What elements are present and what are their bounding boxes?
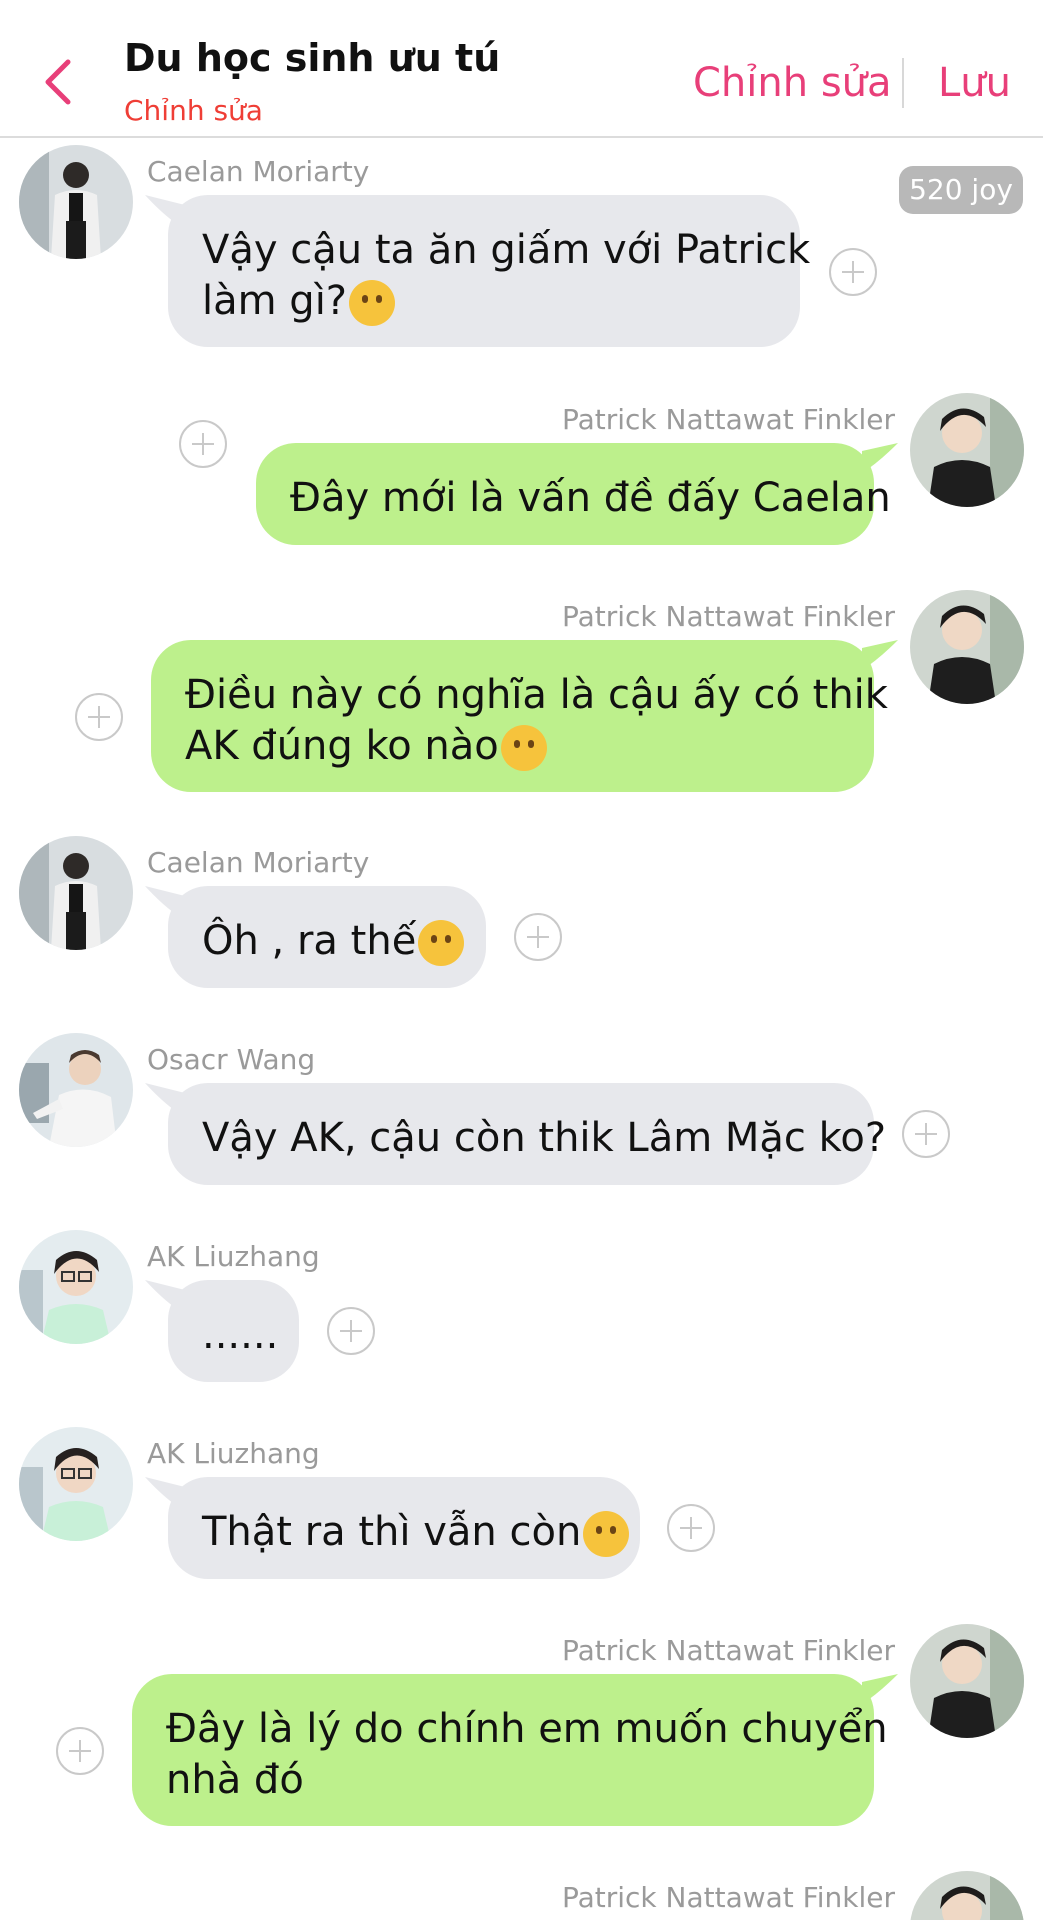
clapping-hands-icon [418,920,465,966]
message-bubble[interactable]: Thật ra thì vẫn còn [168,1477,640,1579]
avatar-patrick[interactable] [910,1624,1024,1738]
add-reaction-button[interactable] [514,913,562,961]
chat-header: Du học sinh ưu tú Chỉnh sửa Chỉnh sửa Lư… [0,0,1043,138]
sender-name: Caelan Moriarty [147,846,370,879]
message-bubble[interactable]: Vậy cậu ta ăn giấm với Patrick làm gì? [168,195,811,347]
message-bubble[interactable]: ...... [168,1280,299,1382]
add-reaction-button[interactable] [829,248,877,296]
thinking-face-icon [349,280,396,326]
add-reaction-button[interactable] [75,693,123,741]
sender-name: Osacr Wang [147,1043,316,1076]
avatar-caelan[interactable] [19,836,133,950]
message-text: Thật ra thì vẫn còn [202,1507,630,1558]
message-item: AK Liuzhang Thật ra thì vẫn còn [0,1427,1043,1579]
message-text: Vậy cậu ta ăn giấm với Patrick [202,227,811,273]
message-text: Ôh , ra thế [202,916,465,967]
add-reaction-button[interactable] [56,1727,104,1775]
avatar-patrick[interactable] [910,1871,1024,1920]
sender-name: Patrick Nattawat Finkler [561,1881,895,1914]
edit-button[interactable]: Chỉnh sửa [693,60,892,106]
avatar-ak[interactable] [19,1230,133,1344]
message-text: Đây mới là vấn đề đấy Caelan [290,475,891,521]
upside-down-face-icon [583,1511,630,1557]
message-bubble[interactable]: Điều này có nghĩa là cậu ấy có thik AK đ… [151,640,888,792]
avatar-patrick[interactable] [910,393,1024,507]
sender-name: AK Liuzhang [147,1240,320,1273]
message-text: Điều này có nghĩa là cậu ấy có thik [185,672,888,718]
add-reaction-button[interactable] [327,1307,375,1355]
sender-name: Patrick Nattawat Finkler [561,600,895,633]
ok-hand-icon [500,725,547,771]
header-divider [902,58,904,108]
message-bubble[interactable]: Đây là lý do chính em muốn chuyển nhà đó [132,1674,888,1826]
message-bubble[interactable]: Vậy AK, cậu còn thik Lâm Mặc ko? [168,1083,887,1185]
sender-name: AK Liuzhang [147,1437,320,1470]
add-reaction-button[interactable] [179,420,227,468]
chat-subtitle: Chỉnh sửa [124,94,263,127]
message-bubble[interactable]: Đây mới là vấn đề đấy Caelan [256,443,891,545]
back-chevron-icon[interactable] [38,56,78,108]
message-item: Patrick Nattawat Finkler [0,1871,1043,1920]
message-item: AK Liuzhang ...... [0,1230,1043,1382]
sender-name: Caelan Moriarty [147,155,370,188]
message-text-line2: làm gì? [202,276,766,327]
sender-name: Patrick Nattawat Finkler [561,1634,895,1667]
add-reaction-button[interactable] [902,1110,950,1158]
message-item: Caelan Moriarty Vậy cậu ta ăn giấm với P… [0,145,1043,347]
avatar-ak[interactable] [19,1427,133,1541]
avatar-oscar[interactable] [19,1033,133,1147]
sender-name: Patrick Nattawat Finkler [561,403,895,436]
message-bubble[interactable]: Ôh , ra thế [168,886,486,988]
message-text-line2: AK đúng ko nào [185,721,840,772]
message-text: Đây là lý do chính em muốn chuyển [166,1706,888,1752]
save-button[interactable]: Lưu [938,60,1011,106]
message-text: Vậy AK, cậu còn thik Lâm Mặc ko? [202,1115,887,1161]
message-item: Patrick Nattawat Finkler Đây mới là vấn … [0,393,1043,545]
message-item: Patrick Nattawat Finkler Đây là lý do ch… [0,1624,1043,1826]
chat-message-list[interactable]: Caelan Moriarty Vậy cậu ta ăn giấm với P… [0,138,1043,1920]
message-item: Caelan Moriarty Ôh , ra thế [0,836,1043,988]
chat-title: Du học sinh ưu tú [124,36,501,80]
add-reaction-button[interactable] [667,1504,715,1552]
joy-badge: 520 joy [899,166,1023,214]
avatar-caelan[interactable] [19,145,133,259]
message-text-line2: nhà đó [166,1757,304,1803]
avatar-patrick[interactable] [910,590,1024,704]
message-item: Osacr Wang Vậy AK, cậu còn thik Lâm Mặc … [0,1033,1043,1185]
message-item: Patrick Nattawat Finkler Điều này có ngh… [0,590,1043,792]
message-text: ...... [202,1312,279,1358]
